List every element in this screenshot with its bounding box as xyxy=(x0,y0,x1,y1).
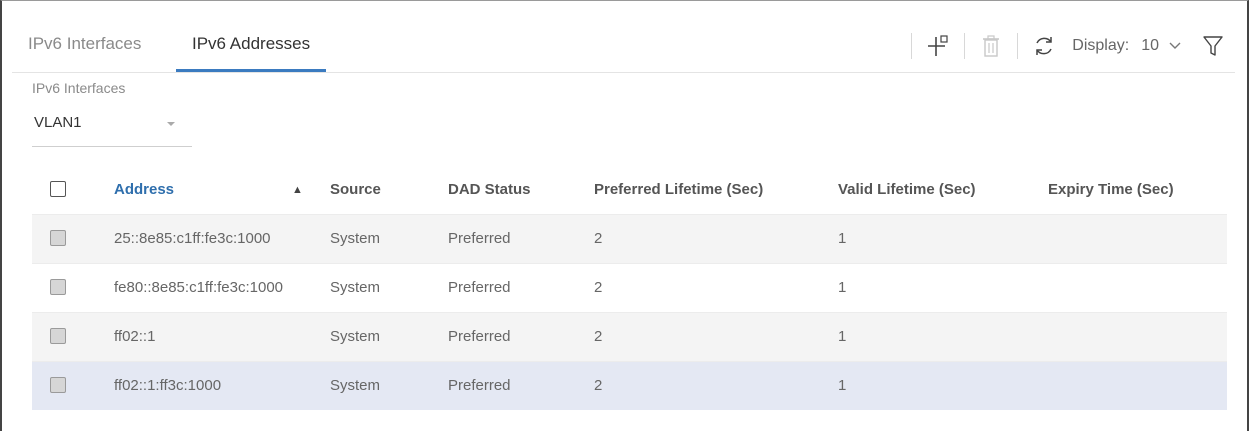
display-label: Display: xyxy=(1072,37,1130,54)
cell-dad-status: Preferred xyxy=(448,328,511,345)
cell-preferred-lifetime: 2 xyxy=(594,328,603,345)
header-preferred-lifetime[interactable]: Preferred Lifetime (Sec) xyxy=(594,166,763,214)
cell-source: System xyxy=(330,377,381,394)
cell-valid-lifetime: 1 xyxy=(838,230,847,247)
addresses-table: Address ▲ Source DAD Status Preferred Li… xyxy=(32,166,1227,410)
add-button[interactable] xyxy=(918,30,958,62)
cell-dad-status: Preferred xyxy=(448,279,511,296)
header-valid-lifetime[interactable]: Valid Lifetime (Sec) xyxy=(838,166,976,214)
display-count-value: 10 xyxy=(1141,37,1159,54)
filter-icon xyxy=(1203,36,1223,56)
row-checkbox[interactable] xyxy=(50,230,66,246)
trash-icon xyxy=(983,35,1000,57)
row-checkbox[interactable] xyxy=(50,377,66,393)
toolbar-separator xyxy=(964,33,966,59)
row-checkbox[interactable] xyxy=(50,279,66,295)
add-icon xyxy=(928,35,948,56)
row-checkbox[interactable] xyxy=(50,328,66,344)
cell-preferred-lifetime: 2 xyxy=(594,377,603,394)
interfaces-label: IPv6 Interfaces xyxy=(32,80,126,96)
toolbar-separator xyxy=(1017,33,1019,59)
filter-button[interactable] xyxy=(1199,30,1227,62)
cell-source: System xyxy=(330,279,381,296)
header-address[interactable]: Address xyxy=(114,166,174,214)
cell-source: System xyxy=(330,328,381,345)
cell-dad-status: Preferred xyxy=(448,230,511,247)
interface-select-value: VLAN1 xyxy=(34,114,82,131)
interface-select[interactable]: VLAN1 xyxy=(32,110,192,147)
table-header: Address ▲ Source DAD Status Preferred Li… xyxy=(32,166,1227,214)
refresh-button[interactable] xyxy=(1024,30,1064,62)
cell-dad-status: Preferred xyxy=(448,377,511,394)
table-row[interactable]: fe80::8e85:c1ff:fe3c:1000 System Preferr… xyxy=(32,263,1227,312)
delete-button[interactable] xyxy=(971,30,1011,62)
refresh-icon xyxy=(1036,37,1053,55)
toolbar: Display: 10 xyxy=(905,30,1227,62)
table-row[interactable]: 25::8e85:c1ff:fe3c:1000 System Preferred… xyxy=(32,214,1227,263)
cell-valid-lifetime: 1 xyxy=(838,328,847,345)
header-source[interactable]: Source xyxy=(330,166,381,214)
cell-address: fe80::8e85:c1ff:fe3c:1000 xyxy=(114,279,284,296)
chevron-down-icon xyxy=(1169,42,1181,49)
cell-preferred-lifetime: 2 xyxy=(594,279,603,296)
cell-address: ff02::1 xyxy=(114,328,156,345)
tab-divider xyxy=(12,72,1235,73)
header-expiry-time[interactable]: Expiry Time (Sec) xyxy=(1048,166,1174,214)
caret-down-icon xyxy=(167,122,175,126)
header-dad-status[interactable]: DAD Status xyxy=(448,166,531,214)
tab-ipv6-addresses[interactable]: IPv6 Addresses xyxy=(176,20,327,72)
sort-ascending-icon[interactable]: ▲ xyxy=(292,166,303,214)
table-row[interactable]: ff02::1 System Preferred 2 1 xyxy=(32,312,1227,361)
cell-address: ff02::1:ff3c:1000 xyxy=(114,377,222,394)
cell-source: System xyxy=(330,230,381,247)
cell-valid-lifetime: 1 xyxy=(838,377,847,394)
cell-address: 25::8e85:c1ff:fe3c:1000 xyxy=(114,230,271,247)
display-count-select[interactable]: 10 xyxy=(1141,37,1181,55)
tab-ipv6-interfaces[interactable]: IPv6 Interfaces xyxy=(12,20,157,70)
cell-valid-lifetime: 1 xyxy=(838,279,847,296)
toolbar-separator xyxy=(911,33,913,59)
table-row[interactable]: ff02::1:ff3c:1000 System Preferred 2 1 xyxy=(32,361,1227,410)
select-all-checkbox[interactable] xyxy=(50,181,66,197)
cell-preferred-lifetime: 2 xyxy=(594,230,603,247)
